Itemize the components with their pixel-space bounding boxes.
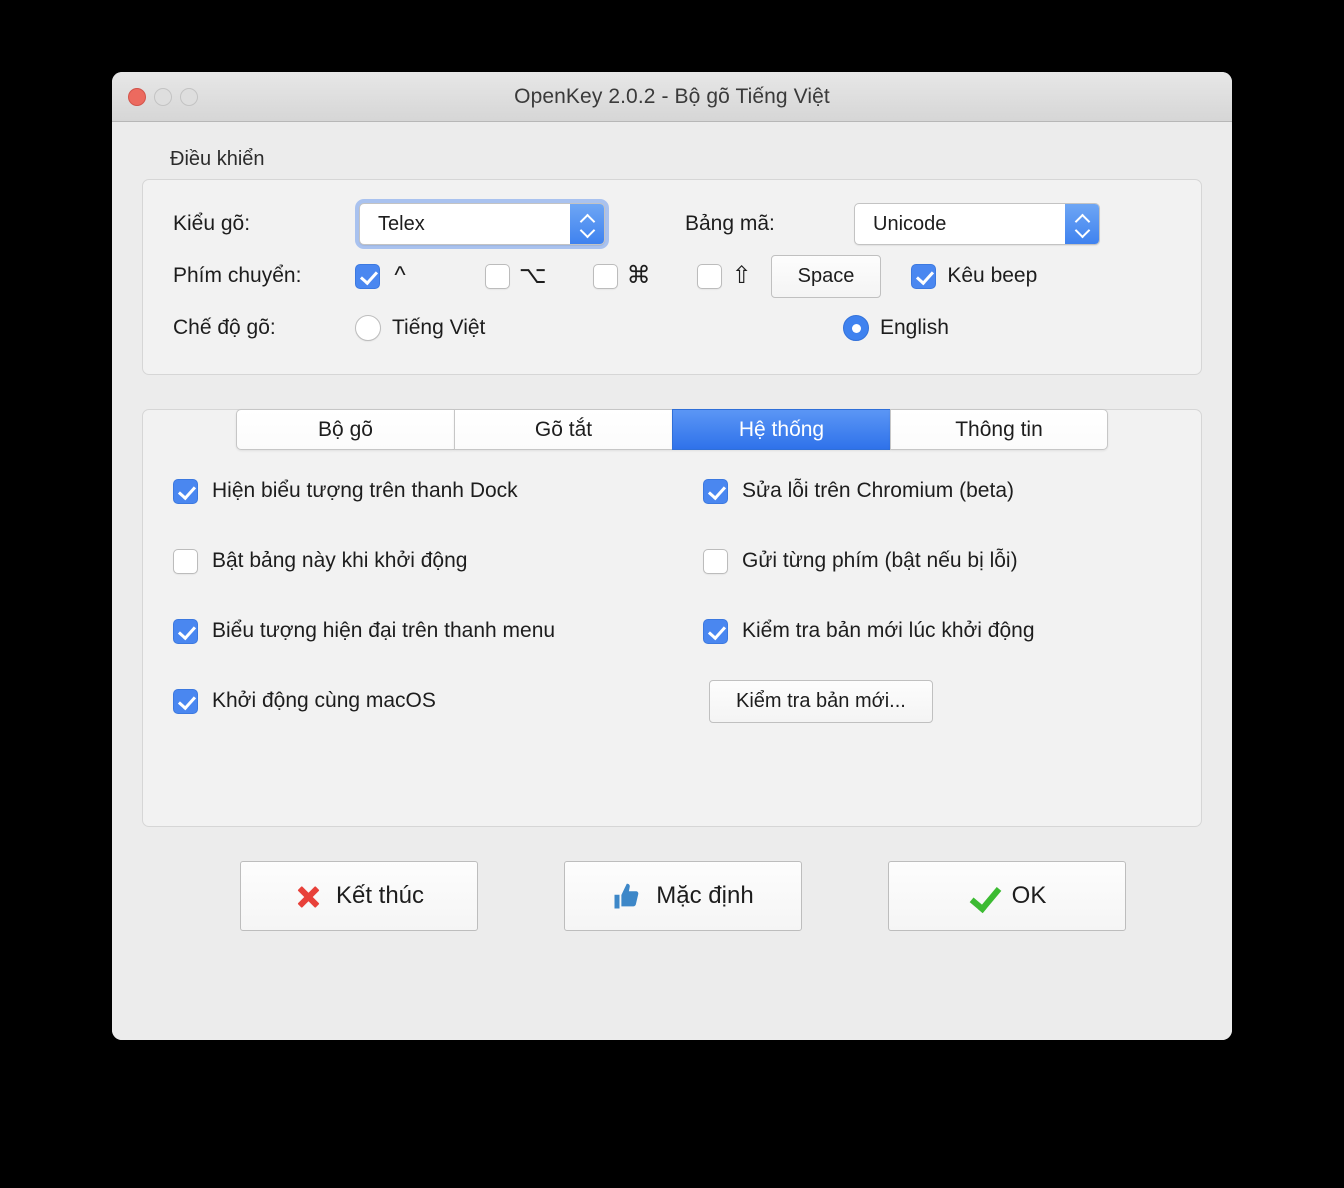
stepper-arrows-icon[interactable] — [1065, 204, 1099, 244]
input-method-value: Telex — [378, 212, 425, 235]
modern-menu-icon-label: Biểu tượng hiện đại trên thanh menu — [212, 619, 556, 642]
check-update-row: Kiểm tra bản mới... — [703, 666, 1171, 736]
input-method-select[interactable]: Telex — [359, 203, 605, 245]
option-start-with-macos[interactable]: Khởi động cùng macOS — [173, 666, 703, 736]
modifier-control-checkbox[interactable] — [355, 263, 380, 289]
system-options-grid: Hiện biểu tượng trên thanh Dock Sửa lỗi … — [173, 456, 1171, 736]
charset-field: Unicode — [850, 199, 1104, 249]
row-input-method: Kiểu gõ: Telex Bảng mã: Unicode — [173, 198, 1171, 250]
typing-mode-english[interactable]: English — [843, 315, 949, 341]
ok-button[interactable]: OK — [888, 861, 1126, 931]
desktop-background: OpenKey 2.0.2 - Bộ gõ Tiếng Việt Điều kh… — [0, 0, 1344, 1188]
stepper-arrows-icon[interactable] — [570, 204, 604, 244]
window-body: Điều khiển Kiểu gõ: Telex Bảng mã: Unico… — [112, 122, 1232, 1040]
tab-go-tat[interactable]: Gõ tắt — [454, 409, 672, 450]
quit-button[interactable]: Kết thúc — [240, 861, 478, 931]
option-key-icon: ⌥ — [519, 262, 547, 289]
show-dock-icon-label: Hiện biểu tượng trên thanh Dock — [212, 479, 518, 502]
vietnamese-radio[interactable] — [355, 315, 381, 341]
tab-bar: Bộ gõ Gõ tắt Hệ thống Thông tin — [236, 409, 1108, 450]
maximize-button-icon[interactable] — [180, 88, 198, 106]
show-panel-on-start-label: Bật bảng này khi khởi động — [212, 549, 468, 572]
beep-checkbox[interactable] — [911, 263, 937, 289]
quit-button-label: Kết thúc — [335, 882, 425, 909]
send-key-step-label: Gửi từng phím (bật nếu bị lỗi) — [742, 549, 1018, 572]
input-method-field: Telex — [355, 199, 685, 249]
option-check-update-on-start[interactable]: Kiểm tra bản mới lúc khởi động — [703, 596, 1171, 666]
thumbs-up-icon — [612, 881, 642, 911]
option-show-dock-icon[interactable]: Hiện biểu tượng trên thanh Dock — [173, 456, 703, 526]
check-update-on-start-label: Kiểm tra bản mới lúc khởi động — [742, 619, 1035, 642]
modifier-shift-checkbox[interactable] — [696, 263, 722, 289]
row-switch-key: Phím chuyển: ^ ⌥ ⌘ ⇧ Space Kêu beep — [173, 250, 1171, 302]
show-panel-on-start-checkbox[interactable] — [173, 548, 198, 574]
check-update-on-start-checkbox[interactable] — [703, 618, 728, 644]
input-method-label: Kiểu gõ: — [173, 212, 251, 235]
modifier-option-checkbox[interactable] — [485, 263, 510, 289]
charset-label: Bảng mã: — [685, 212, 775, 235]
fix-chromium-label: Sửa lỗi trên Chromium (beta) — [742, 479, 1014, 502]
typing-mode-vietnamese[interactable]: Tiếng Việt — [355, 315, 685, 341]
space-key-button[interactable]: Space — [770, 254, 882, 298]
charset-select[interactable]: Unicode — [854, 203, 1100, 245]
english-label: English — [880, 316, 949, 339]
command-key-icon: ⌘ — [626, 262, 651, 289]
option-fix-chromium[interactable]: Sửa lỗi trên Chromium (beta) — [703, 456, 1171, 526]
tab-thong-tin[interactable]: Thông tin — [890, 409, 1108, 450]
beep-option[interactable]: Kêu beep — [911, 263, 1038, 289]
check-update-button[interactable]: Kiểm tra bản mới... — [709, 679, 933, 723]
show-dock-icon-checkbox[interactable] — [173, 478, 198, 504]
footer-buttons: Kết thúc Mặc định OK — [142, 861, 1202, 931]
checkmark-icon — [968, 881, 998, 911]
switch-key-label: Phím chuyển: — [173, 264, 302, 287]
option-send-key-step[interactable]: Gửi từng phím (bật nếu bị lỗi) — [703, 526, 1171, 596]
modifier-shift[interactable]: ⇧ — [696, 262, 753, 289]
modifier-command-checkbox[interactable] — [592, 263, 618, 289]
modifier-option[interactable]: ⌥ — [485, 262, 547, 289]
minimize-button-icon[interactable] — [154, 88, 172, 106]
tab-bo-go[interactable]: Bộ gõ — [236, 409, 454, 450]
option-modern-menu-icon[interactable]: Biểu tượng hiện đại trên thanh menu — [173, 596, 703, 666]
system-tab-panel: Hiện biểu tượng trên thanh Dock Sửa lỗi … — [142, 409, 1202, 827]
control-key-icon: ^ — [394, 262, 406, 289]
tab-he-thong[interactable]: Hệ thống — [672, 409, 890, 450]
charset-value: Unicode — [873, 212, 947, 235]
beep-label: Kêu beep — [947, 264, 1038, 287]
openkey-window: OpenKey 2.0.2 - Bộ gõ Tiếng Việt Điều kh… — [112, 72, 1232, 1040]
tabs-area: Bộ gõ Gõ tắt Hệ thống Thông tin Hiện biể… — [142, 409, 1202, 827]
option-show-panel-on-start[interactable]: Bật bảng này khi khởi động — [173, 526, 703, 596]
send-key-step-checkbox[interactable] — [703, 548, 728, 574]
traffic-lights — [128, 72, 198, 122]
control-group-legend: Điều khiển — [170, 148, 265, 170]
typing-mode-label: Chế độ gõ: — [173, 316, 276, 339]
row-typing-mode: Chế độ gõ: Tiếng Việt English — [173, 302, 1171, 354]
defaults-button-label: Mặc định — [656, 882, 754, 909]
modifier-control[interactable]: ^ — [355, 262, 411, 289]
start-with-macos-checkbox[interactable] — [173, 688, 198, 714]
fix-chromium-checkbox[interactable] — [703, 478, 728, 504]
close-button-icon[interactable] — [128, 88, 146, 106]
ok-button-label: OK — [1011, 882, 1047, 909]
shift-key-icon: ⇧ — [731, 262, 752, 289]
window-title: OpenKey 2.0.2 - Bộ gõ Tiếng Việt — [514, 84, 830, 108]
chevron-down-icon — [581, 226, 594, 234]
modifier-command[interactable]: ⌘ — [592, 262, 651, 289]
charset-focus-ring: Unicode — [850, 199, 1104, 249]
vietnamese-label: Tiếng Việt — [392, 316, 486, 339]
close-x-icon — [294, 882, 322, 910]
modern-menu-icon-checkbox[interactable] — [173, 618, 198, 644]
window-titlebar: OpenKey 2.0.2 - Bộ gõ Tiếng Việt — [112, 72, 1232, 122]
control-panel: Kiểu gõ: Telex Bảng mã: Unicode Phím chu… — [142, 179, 1202, 375]
chevron-down-icon — [1076, 226, 1089, 234]
defaults-button[interactable]: Mặc định — [564, 861, 802, 931]
input-method-focus-ring: Telex — [355, 199, 609, 249]
start-with-macos-label: Khởi động cùng macOS — [212, 689, 436, 712]
english-radio[interactable] — [843, 315, 869, 341]
